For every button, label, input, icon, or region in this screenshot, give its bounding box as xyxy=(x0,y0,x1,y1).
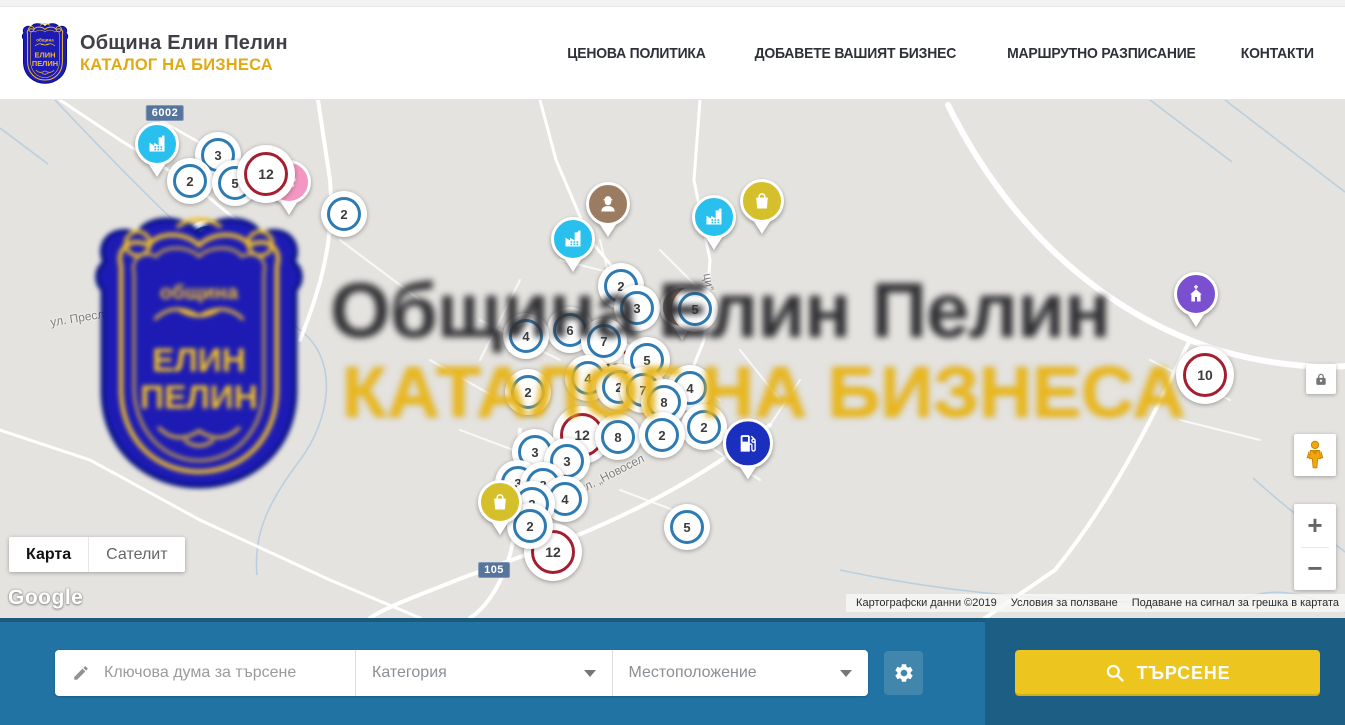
location-select[interactable]: Местоположение xyxy=(612,650,869,696)
map-cluster[interactable]: 2 xyxy=(184,220,230,266)
page: община ЕЛИН ПЕЛИН Община Елин Пелин КАТА… xyxy=(0,0,1345,725)
advanced-search-button[interactable] xyxy=(884,651,923,695)
map-cluster[interactable]: 5 xyxy=(672,286,718,332)
street-view-pegman-button[interactable] xyxy=(1294,434,1336,476)
terms-link[interactable]: Условия за ползване xyxy=(1011,597,1118,609)
svg-text:община: община xyxy=(36,36,54,42)
nav-item[interactable]: КОНТАКТИ xyxy=(1241,45,1314,62)
google-logo[interactable]: Google xyxy=(8,586,83,610)
keyword-field xyxy=(55,650,355,696)
map-pin-fuel[interactable] xyxy=(723,418,773,479)
map-pin-factory[interactable] xyxy=(551,217,595,272)
map-pin-bag[interactable] xyxy=(740,179,784,234)
map-pin-factory[interactable] xyxy=(135,122,179,177)
category-select[interactable]: Категория xyxy=(355,650,612,696)
street-label: ул. Преслав xyxy=(49,305,118,329)
brand-subtitle: КАТАЛОГ НА БИЗНЕСА xyxy=(80,55,282,75)
zoom-in-button[interactable]: + xyxy=(1294,504,1336,547)
map-cluster[interactable]: 5 xyxy=(664,504,710,550)
svg-text:ЕЛИН: ЕЛИН xyxy=(35,50,56,59)
nav-item[interactable]: ЦЕНОВА ПОЛИТИКА xyxy=(567,45,705,62)
search-bar: Категория Местоположение ТЪРСЕНЕ xyxy=(0,618,1345,725)
map-cluster[interactable]: 12 xyxy=(237,145,295,203)
location-select-label: Местоположение xyxy=(629,664,757,682)
search-button-label: ТЪРСЕНЕ xyxy=(1137,663,1231,684)
map-pin-factory[interactable] xyxy=(692,195,736,250)
zoom-out-button[interactable]: − xyxy=(1294,548,1336,591)
main-nav: ЦЕНОВА ПОЛИТИКА ДОБАВЕТЕ ВАШИЯТ БИЗНЕС МАР… xyxy=(562,45,1317,62)
lock-icon xyxy=(1314,372,1328,386)
map-cluster[interactable]: 4 xyxy=(503,313,549,359)
site-header: община ЕЛИН ПЕЛИН Община Елин Пелин КАТА… xyxy=(0,7,1345,100)
map-cluster[interactable]: 2 xyxy=(639,412,685,458)
pencil-icon xyxy=(72,664,90,682)
map-cluster[interactable]: 2 xyxy=(321,191,367,237)
map-type-satellite-button[interactable]: Сателит xyxy=(88,537,184,572)
gear-icon xyxy=(893,662,915,684)
search-input[interactable] xyxy=(102,663,336,683)
municipality-crest-icon: община ЕЛИН ПЕЛИН xyxy=(20,22,70,85)
search-icon xyxy=(1105,663,1125,683)
map-pin-bag[interactable] xyxy=(478,480,522,535)
map-canvas[interactable]: ул. Преславбул. „Новоселци“6002105212123… xyxy=(0,100,1345,618)
brand-logo-link[interactable]: община ЕЛИН ПЕЛИН Община Елин Пелин КАТА… xyxy=(20,22,288,85)
chevron-down-icon xyxy=(584,670,596,677)
map-attribution: Картографски данни ©2019 Условия за полз… xyxy=(846,594,1345,612)
chevron-down-icon xyxy=(840,670,852,677)
svg-text:ПЕЛИН: ПЕЛИН xyxy=(32,58,58,67)
zoom-control: + − xyxy=(1294,504,1336,590)
road-number-badge: 105 xyxy=(478,562,510,578)
map-cluster[interactable]: 3 xyxy=(614,285,660,331)
search-button[interactable]: ТЪРСЕНЕ xyxy=(1015,650,1320,696)
map-cluster[interactable]: 2 xyxy=(505,369,551,415)
search-field-group: Категория Местоположение xyxy=(55,650,868,696)
marker-layer: ул. Преславбул. „Новоселци“6002105212123… xyxy=(0,100,1345,618)
top-strip xyxy=(0,0,1345,7)
lock-button[interactable] xyxy=(1306,364,1336,394)
nav-item[interactable]: ДОБАВЕТЕ ВАШИЯТ БИЗНЕС xyxy=(755,45,957,62)
map-cluster[interactable]: 10 xyxy=(1176,346,1234,404)
nav-item[interactable]: МАРШРУТНО РАЗПИСАНИЕ xyxy=(1007,45,1196,62)
map-cluster[interactable]: 8 xyxy=(595,414,641,460)
category-select-label: Категория xyxy=(372,664,447,682)
map-type-control: Карта Сателит xyxy=(9,537,185,572)
road-number-badge: 6002 xyxy=(146,105,184,121)
attribution-copyright: Картографски данни ©2019 xyxy=(856,597,997,609)
map-cluster[interactable]: 2 xyxy=(681,404,727,450)
map-pin-church[interactable] xyxy=(1174,272,1218,327)
map-type-map-button[interactable]: Карта xyxy=(9,537,88,572)
report-error-link[interactable]: Подаване на сигнал за грешка в картата xyxy=(1132,597,1339,609)
brand-title: Община Елин Пелин xyxy=(80,32,288,55)
pegman-icon xyxy=(1304,440,1326,470)
